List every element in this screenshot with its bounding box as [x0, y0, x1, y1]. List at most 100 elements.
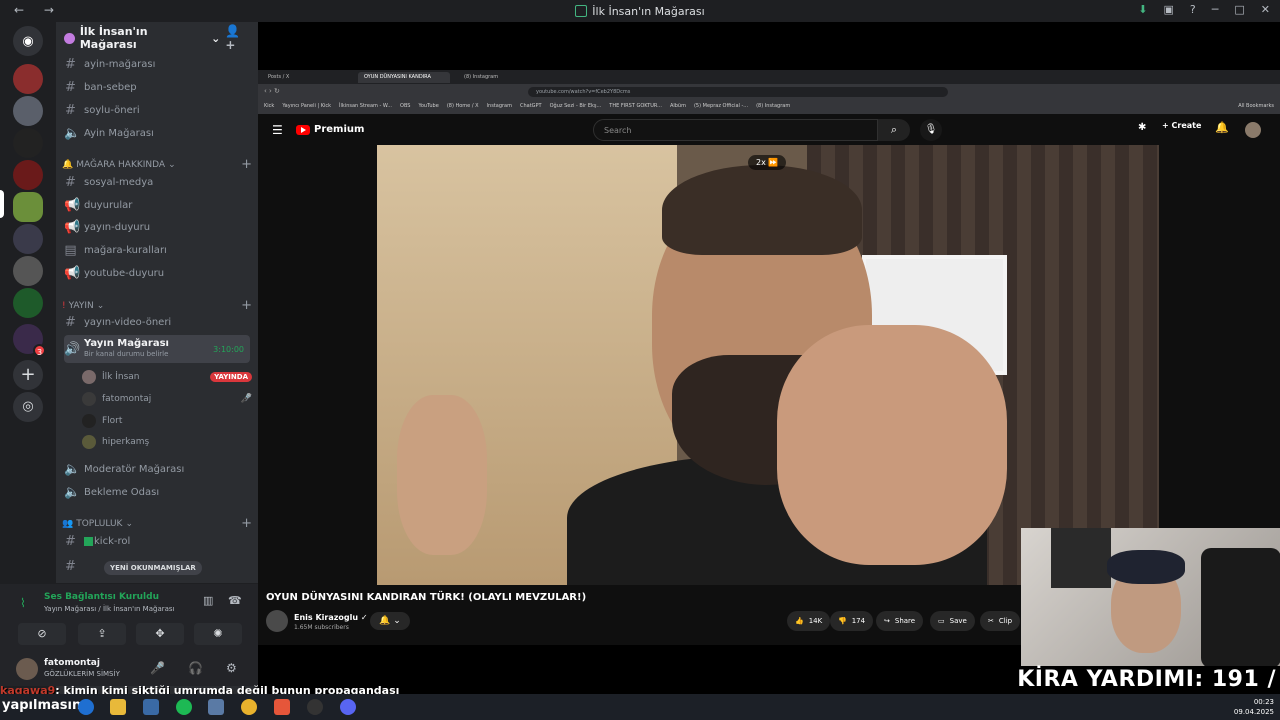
- brave-icon[interactable]: [274, 699, 290, 715]
- channel-item[interactable]: # ban-sebep: [64, 77, 250, 97]
- voice-channel-item[interactable]: 🔈 Moderatör Mağarası: [64, 459, 250, 479]
- channel-item[interactable]: # soylu-öneri: [64, 100, 250, 120]
- server-icon[interactable]: [13, 160, 43, 190]
- voice-user[interactable]: fatomontaj 🎤̸: [82, 390, 252, 408]
- browser-tab-active[interactable]: OYUN DÜNYASINI KANDIRA: [358, 72, 450, 83]
- subscription-bell-button[interactable]: 🔔 ⌄: [370, 612, 410, 630]
- server-icon-active[interactable]: [13, 192, 43, 222]
- camera-button[interactable]: ⊘: [18, 623, 66, 645]
- search-icon[interactable]: ⌕: [878, 119, 910, 141]
- bookmark[interactable]: Instagram: [487, 103, 512, 111]
- share-button[interactable]: ↪ Share: [876, 611, 924, 631]
- bookmark[interactable]: ChatGPT: [520, 103, 542, 111]
- server-icon[interactable]: [13, 224, 43, 254]
- video-player[interactable]: [377, 145, 1159, 585]
- channel-item[interactable]: 📢 duyurular: [64, 195, 250, 215]
- create-button[interactable]: + Create: [1162, 121, 1201, 130]
- bookmark[interactable]: OBS: [400, 103, 410, 111]
- add-channel-icon[interactable]: +: [241, 298, 252, 313]
- nav-icons[interactable]: ‹ › ↻: [264, 87, 280, 95]
- channel-item[interactable]: # yayın-video-öneri: [64, 312, 250, 332]
- bookmark[interactable]: Oğuz Sezi - Bir Ekş...: [550, 103, 602, 111]
- server-icon[interactable]: 3: [13, 324, 46, 357]
- maximize-button[interactable]: □: [1234, 3, 1244, 16]
- channel-item[interactable]: ▤ mağara-kuralları: [64, 240, 250, 260]
- add-channel-icon[interactable]: +: [241, 157, 252, 172]
- chrome-icon[interactable]: [241, 699, 257, 715]
- add-channel-icon[interactable]: +: [241, 516, 252, 531]
- channel-avatar[interactable]: [266, 610, 288, 632]
- calculator-icon[interactable]: [208, 699, 224, 715]
- bookmark[interactable]: YouTube: [418, 103, 438, 111]
- browser-tab[interactable]: Posts / X: [262, 72, 295, 83]
- close-button[interactable]: ✕: [1261, 3, 1270, 16]
- like-button[interactable]: 👍 14K: [787, 611, 831, 631]
- server-icon[interactable]: [13, 64, 43, 94]
- server-folder-icon[interactable]: [13, 288, 43, 318]
- voice-user[interactable]: hiperkamş: [82, 433, 252, 451]
- channel-item[interactable]: 📢 youtube-duyuru: [64, 263, 250, 283]
- save-button[interactable]: ▭ Save: [930, 611, 975, 631]
- server-icon[interactable]: [13, 256, 43, 286]
- minimize-button[interactable]: ─: [1212, 3, 1219, 16]
- disconnect-icon[interactable]: ☎: [228, 594, 242, 607]
- all-bookmarks[interactable]: All Bookmarks: [1238, 103, 1274, 111]
- cast-icon[interactable]: ✱: [1138, 122, 1146, 133]
- mic-icon[interactable]: 🎙: [920, 119, 942, 141]
- noise-suppression-icon[interactable]: ▥: [203, 594, 213, 607]
- discover-icon[interactable]: ◎: [13, 392, 43, 422]
- avatar[interactable]: [16, 658, 38, 680]
- soundboard-button[interactable]: ✺: [194, 623, 242, 645]
- folder-icon[interactable]: [110, 699, 126, 715]
- voice-user[interactable]: Flort: [82, 412, 252, 430]
- channel-item[interactable]: 📢 yayın-duyuru: [64, 217, 250, 237]
- discord-home-icon[interactable]: ◉: [13, 26, 43, 56]
- search-input[interactable]: Search: [593, 119, 878, 141]
- channel-name[interactable]: Enis Kirazoglu ✓: [294, 613, 368, 622]
- spotify-icon[interactable]: [176, 699, 192, 715]
- bookmark[interactable]: (8) Instagram: [756, 103, 790, 111]
- obs-icon[interactable]: [307, 699, 323, 715]
- bookmark[interactable]: THE FIRST GOKTUR...: [609, 103, 662, 111]
- mic-muted-icon[interactable]: 🎤: [150, 661, 165, 675]
- inbox-icon[interactable]: ▣: [1164, 3, 1174, 16]
- activities-button[interactable]: ✥: [136, 623, 184, 645]
- unread-tooltip[interactable]: YENİ OKUNMAMIŞLAR: [104, 561, 202, 575]
- channel-item[interactable]: # kick-rol: [64, 531, 250, 551]
- headphones-icon[interactable]: 🎧: [188, 661, 203, 675]
- server-icon[interactable]: [13, 96, 43, 126]
- guild-header[interactable]: İlk İnsan'ın Mağarası ⌄ 👤+: [56, 22, 258, 54]
- discord-icon[interactable]: [340, 699, 356, 715]
- help-icon[interactable]: ?: [1190, 3, 1196, 16]
- channel-item[interactable]: # ayin-mağarası: [64, 54, 250, 74]
- bookmark[interactable]: Kick: [264, 103, 274, 111]
- menu-icon[interactable]: ☰: [272, 123, 283, 137]
- screen-share-button[interactable]: ⇪: [78, 623, 126, 645]
- dislike-button[interactable]: 👎 174: [830, 611, 874, 631]
- add-server-icon[interactable]: +: [13, 360, 43, 390]
- notifications-icon[interactable]: 🔔: [1215, 121, 1229, 134]
- browser-tab[interactable]: (8) Instagram: [458, 72, 504, 83]
- voice-user[interactable]: İlk İnsan YAYINDA: [82, 368, 252, 386]
- invite-icon[interactable]: 👤+: [225, 24, 250, 52]
- url-input[interactable]: youtube.com/watch?v=fCeb2Y8Dcms: [528, 87, 948, 97]
- gear-icon[interactable]: ⚙: [226, 661, 237, 675]
- clock[interactable]: 00:23 09.04.2025: [1234, 697, 1274, 717]
- voice-channel-item[interactable]: 🔈 Ayin Mağarası: [64, 123, 250, 143]
- voice-channel-item[interactable]: 🔈 Bekleme Odası: [64, 482, 250, 502]
- category-header[interactable]: 🔔 MAĞARA HAKKINDA ⌄ +: [62, 157, 252, 172]
- bookmark[interactable]: (8) Home / X: [447, 103, 479, 111]
- active-voice-channel[interactable]: 🔊 Yayın Mağarası Bir kanal durumu belirl…: [64, 335, 250, 363]
- app-icon[interactable]: [143, 699, 159, 715]
- category-header[interactable]: ! YAYIN ⌄ +: [62, 298, 252, 313]
- avatar[interactable]: [1245, 122, 1261, 138]
- youtube-logo[interactable]: Premium: [296, 124, 364, 135]
- bookmark[interactable]: Albüm: [670, 103, 686, 111]
- bookmark[interactable]: Yayıncı Paneli | Kick: [282, 103, 331, 111]
- server-icon[interactable]: [13, 128, 43, 158]
- channel-item[interactable]: # sosyal-medya: [64, 172, 250, 192]
- edge-icon[interactable]: [78, 699, 94, 715]
- bookmark[interactable]: (5) Mepraz Official -...: [694, 103, 748, 111]
- bookmark[interactable]: İlkinsan Stream - W...: [339, 103, 392, 111]
- update-icon[interactable]: ⬇: [1138, 3, 1147, 16]
